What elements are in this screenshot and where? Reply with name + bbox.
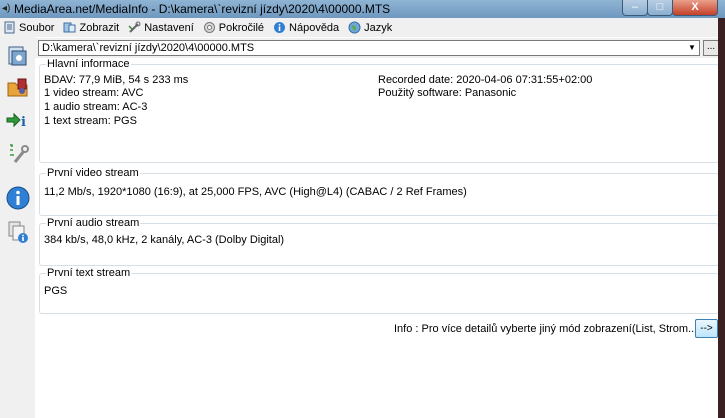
knowledge-icon bbox=[8, 221, 28, 243]
audio-group: První audio stream 384 kb/s, 48,0 kHz, 2… bbox=[39, 217, 719, 266]
text-group: První text stream PGS bbox=[39, 267, 719, 314]
general-software: Použitý software: Panasonic bbox=[378, 87, 517, 99]
menu-label: Nastavení bbox=[144, 21, 194, 34]
preferences-button[interactable] bbox=[5, 141, 30, 166]
window-title: MediaArea.net/MediaInfo - D:\kamera\`rev… bbox=[14, 2, 391, 16]
text-group-title: První text stream bbox=[46, 267, 132, 280]
open-file-icon bbox=[8, 46, 26, 65]
view-icon bbox=[63, 21, 76, 34]
settings-icon bbox=[128, 21, 141, 34]
general-video-count: 1 video stream: AVC bbox=[44, 87, 144, 99]
menu-label: Soubor bbox=[19, 21, 55, 34]
menu-nastaveni[interactable]: Nastavení bbox=[128, 21, 194, 34]
info-hint: Info : Pro více detailů vyberte jiný mód… bbox=[394, 323, 701, 335]
audio-group-title: První audio stream bbox=[46, 217, 141, 230]
next-view-button[interactable]: --> bbox=[695, 319, 718, 338]
path-bar: D:\kamera\`revizní jízdy\2020\4\00000.MT… bbox=[35, 38, 725, 58]
background-window-edge bbox=[718, 18, 725, 418]
menu-label: Jazyk bbox=[364, 21, 393, 34]
open-folder-button[interactable] bbox=[5, 75, 30, 100]
audio-details: 384 kb/s, 48,0 kHz, 2 kanály, AC-3 (Dolb… bbox=[44, 234, 285, 246]
general-recorded-date: Recorded date: 2020-04-06 07:31:55+02:00 bbox=[378, 74, 593, 86]
wrench-icon bbox=[9, 143, 29, 163]
general-format: BDAV: 77,9 MiB, 54 s 233 ms bbox=[44, 74, 189, 86]
video-details: 11,2 Mb/s, 1920*1080 (16:9), at 25,000 F… bbox=[44, 186, 467, 198]
svg-text:i: i bbox=[21, 115, 26, 130]
video-group: První video stream 11,2 Mb/s, 1920*1080 … bbox=[39, 167, 719, 216]
advanced-icon bbox=[203, 21, 216, 34]
menu-zobrazit[interactable]: Zobrazit bbox=[63, 21, 119, 34]
export-button[interactable]: i bbox=[5, 107, 30, 132]
file-path-value: D:\kamera\`revizní jízdy\2020\4\00000.MT… bbox=[42, 42, 255, 54]
export-icon: i bbox=[6, 112, 26, 130]
left-toolbar: i bbox=[0, 37, 35, 418]
open-file-button[interactable] bbox=[5, 43, 30, 68]
speaker-icon: ◂) bbox=[2, 3, 11, 14]
file-path-combobox[interactable]: D:\kamera\`revizní jízdy\2020\4\00000.MT… bbox=[38, 40, 700, 56]
close-button[interactable]: X bbox=[672, 0, 718, 16]
menu-pokrocile[interactable]: Pokročilé bbox=[203, 21, 264, 34]
menu-label: Zobrazit bbox=[79, 21, 120, 34]
minimize-button[interactable]: – bbox=[622, 0, 648, 16]
info-icon bbox=[6, 186, 29, 209]
chevron-down-icon[interactable]: ▼ bbox=[685, 41, 699, 55]
general-group: Hlavní informace BDAV: 77,9 MiB, 54 s 23… bbox=[39, 58, 719, 163]
help-icon bbox=[273, 21, 286, 34]
about-button[interactable] bbox=[5, 185, 30, 210]
general-text-count: 1 text stream: PGS bbox=[44, 115, 137, 127]
maximize-button[interactable]: □ bbox=[647, 0, 673, 16]
open-folder-icon bbox=[7, 78, 27, 96]
menu-label: Nápověda bbox=[289, 21, 340, 34]
text-details: PGS bbox=[44, 285, 68, 297]
general-audio-count: 1 audio stream: AC-3 bbox=[44, 101, 148, 113]
language-icon bbox=[348, 21, 361, 34]
menu-bar: Soubor Zobrazit Nastavení Pokročilé Nápo… bbox=[0, 18, 725, 37]
file-icon bbox=[3, 21, 16, 34]
info-panel: Hlavní informace BDAV: 77,9 MiB, 54 s 23… bbox=[35, 58, 725, 418]
browse-button[interactable]: ... bbox=[703, 40, 719, 56]
video-group-title: První video stream bbox=[46, 167, 140, 180]
menu-jazyk[interactable]: Jazyk bbox=[348, 21, 392, 34]
title-bar: ◂) MediaArea.net/MediaInfo - D:\kamera\`… bbox=[0, 0, 725, 18]
knowledge-button[interactable] bbox=[5, 219, 30, 244]
menu-napoveda[interactable]: Nápověda bbox=[273, 21, 339, 34]
general-group-title: Hlavní informace bbox=[46, 58, 131, 71]
menu-soubor[interactable]: Soubor bbox=[3, 21, 54, 34]
menu-label: Pokročilé bbox=[218, 21, 265, 34]
